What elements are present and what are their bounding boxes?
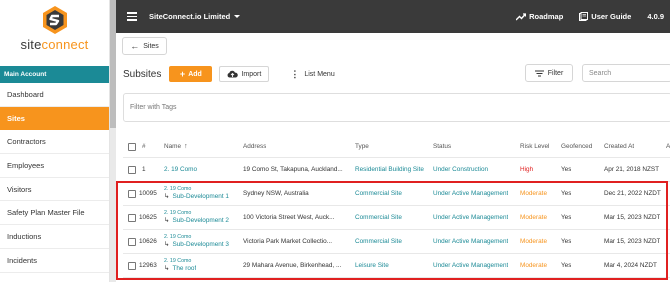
column-header-type[interactable]: Type [355, 136, 369, 157]
org-selector[interactable]: SiteConnect.io Limited [149, 12, 241, 21]
column-header-id[interactable]: # [142, 136, 146, 157]
roadmap-label: Roadmap [529, 12, 564, 21]
plus-icon: + [179, 69, 186, 79]
column-header-overflow[interactable]: A [666, 136, 670, 157]
row-created-at: Apr 21, 2018 NZST [604, 166, 660, 173]
sidebar: siteconnect Main Account Dashboard Sites… [0, 0, 110, 282]
org-name: SiteConnect.io Limited [149, 12, 231, 21]
hamburger-menu-icon[interactable] [127, 10, 137, 23]
logo-text-suffix: connect [41, 37, 89, 52]
search-input[interactable]: Search [582, 64, 670, 82]
back-to-sites-button[interactable]: ← Sites [122, 37, 167, 55]
row-id: 1 [142, 166, 146, 173]
list-menu-button[interactable]: ⋮ List Menu [290, 69, 334, 80]
column-header-status[interactable]: Status [433, 136, 451, 157]
trending-up-icon [516, 12, 527, 20]
filter-with-tags-input[interactable]: Filter with Tags [123, 93, 670, 122]
sidebar-item-contractors[interactable]: Contractors [0, 130, 109, 155]
row-name-link[interactable]: 2. 19 Como [164, 158, 197, 181]
row-geofenced: Yes [561, 166, 572, 173]
row-checkbox[interactable] [128, 158, 136, 181]
logo-text: siteconnect [21, 37, 89, 52]
sidebar-item-employees[interactable]: Employees [0, 154, 109, 178]
add-button[interactable]: + Add [169, 66, 213, 82]
chevron-down-icon [234, 15, 241, 18]
sidebar-item-incidents[interactable]: Incidents [0, 249, 109, 273]
filter-icon [534, 70, 544, 76]
sidebar-item-sites[interactable]: Sites [0, 106, 109, 131]
table-header-row: # Name ↑ Address Type Status Risk Level … [123, 136, 670, 158]
sidebar-item-safety-plan-master-file[interactable]: Safety Plan Master File [0, 201, 109, 226]
page-title: Subsites [123, 68, 162, 80]
cloud-upload-icon [228, 70, 239, 78]
book-icon [579, 12, 589, 21]
roadmap-link[interactable]: Roadmap [516, 12, 563, 21]
sort-arrow-up-icon: ↑ [184, 143, 188, 150]
row-risk-level: High [520, 166, 534, 173]
logo[interactable]: siteconnect [0, 0, 109, 66]
user-guide-link[interactable]: User Guide [579, 12, 631, 21]
column-header-created-at[interactable]: Created At [604, 136, 634, 157]
sidebar-item-visitors[interactable]: Visitors [0, 178, 109, 202]
app-root: siteconnect Main Account Dashboard Sites… [0, 0, 670, 282]
row-status: Under Construction [433, 166, 489, 173]
sidebar-item-dashboard[interactable]: Dashboard [0, 83, 109, 107]
list-menu-label: List Menu [304, 70, 335, 78]
user-guide-label: User Guide [591, 12, 632, 21]
sidebar-section-header: Main Account [0, 66, 109, 83]
add-button-label: Add [188, 70, 202, 78]
topbar: SiteConnect.io Limited Roadmap User Guid… [116, 0, 670, 33]
filter-button-label: Filter [547, 69, 564, 77]
version-label: 4.0.9 [647, 12, 664, 21]
highlight-box [116, 181, 668, 280]
filter-button[interactable]: Filter [525, 64, 573, 82]
row-type: Residential Building Site [355, 166, 424, 173]
arrow-left-icon: ← [130, 41, 140, 51]
siteconnect-logo-icon [42, 6, 67, 34]
import-button-label: Import [241, 70, 262, 78]
row-address: 19 Como St, Takapuna, Auckland... [243, 166, 343, 173]
column-header-risk-level[interactable]: Risk Level [520, 136, 549, 157]
more-vertical-icon: ⋮ [290, 68, 300, 79]
logo-text-prefix: site [20, 37, 42, 52]
column-header-name-label: Name [164, 143, 182, 150]
table-row[interactable]: 1 2. 19 Como 19 Como St, Takapuna, Auckl… [123, 158, 670, 182]
column-header-geofenced[interactable]: Geofenced [561, 136, 592, 157]
back-button-label: Sites [143, 42, 159, 50]
column-header-address[interactable]: Address [243, 136, 266, 157]
sidebar-item-inductions[interactable]: Inductions [0, 225, 109, 249]
column-header-name[interactable]: Name ↑ [164, 136, 188, 157]
import-button[interactable]: Import [219, 66, 270, 82]
select-all-checkbox[interactable] [128, 136, 136, 157]
